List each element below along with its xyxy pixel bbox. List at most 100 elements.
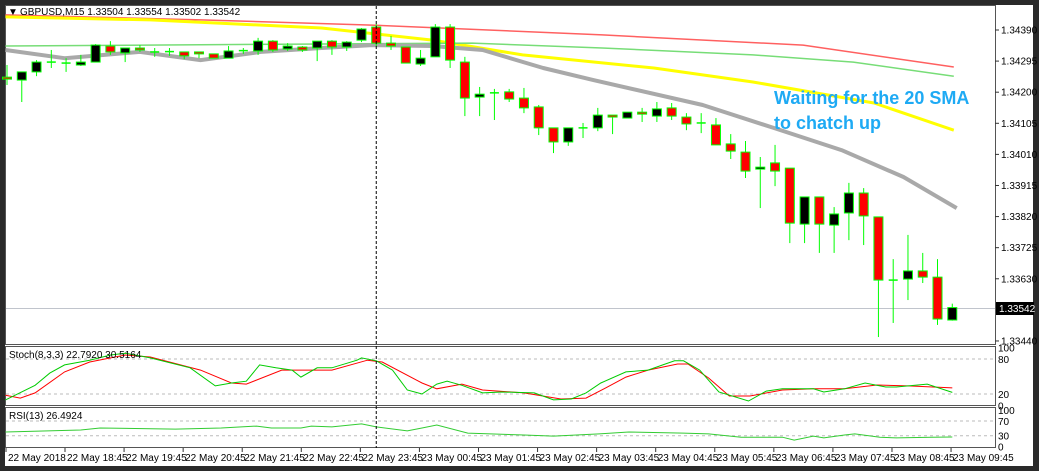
- candle-body-bear: [548, 127, 559, 143]
- time-label: 23 May 04:45: [658, 453, 719, 464]
- stoch-axis-label: 100: [998, 343, 1015, 354]
- candle-body-bull: [223, 50, 234, 59]
- candle-body-bull: [651, 108, 662, 117]
- candle-body-bear: [725, 143, 736, 152]
- candle-body-bear: [459, 61, 470, 99]
- price-label: 1.34295: [1001, 57, 1038, 68]
- candle-body-bull: [947, 307, 958, 321]
- candle-body-bear: [858, 192, 869, 217]
- time-label: 22 May 2018: [8, 453, 66, 464]
- candle-body-bull: [592, 114, 603, 129]
- candle-body-bear: [194, 51, 205, 55]
- symbol-menu-icon[interactable]: ▼: [8, 7, 18, 18]
- candle-body-bear: [518, 97, 529, 109]
- candle-body-bull: [282, 45, 293, 50]
- candle-body-bear: [208, 53, 219, 59]
- candle-body-bull: [843, 192, 854, 214]
- candle-body-bear: [681, 116, 692, 125]
- price-label: 1.34010: [1001, 150, 1038, 161]
- candle-body-bear: [386, 42, 397, 47]
- candle-body-bull: [16, 71, 27, 81]
- time-label: 22 May 22:45: [303, 453, 364, 464]
- candle-body-bear: [179, 51, 190, 57]
- candle-body-bull: [356, 28, 367, 41]
- candle-body-bear: [297, 46, 308, 51]
- candle-body-bull: [120, 47, 131, 54]
- price-label: 1.33630: [1001, 274, 1038, 285]
- time-label: 22 May 18:45: [67, 453, 128, 464]
- candle-body-bear: [105, 45, 116, 53]
- candle-body-bull: [31, 61, 42, 73]
- candle-body-bear: [784, 167, 795, 224]
- candle-body-bull: [755, 166, 766, 170]
- candle-body-bear: [533, 106, 544, 129]
- candle: [90, 44, 101, 63]
- stoch-label: Stoch(8,3,3) 22.7920 30.5164: [9, 350, 142, 361]
- candle-body-bull: [622, 111, 633, 119]
- price-label: 1.34105: [1001, 119, 1038, 130]
- chart-window[interactable]: ▼ GBPUSD,M15 1.33504 1.33554 1.33502 1.3…: [0, 0, 1039, 471]
- rsi-axis-label: 70: [998, 417, 1010, 428]
- time-label: 22 May 21:45: [244, 453, 305, 464]
- candle-body-bear: [607, 114, 618, 118]
- candle-body-bear: [2, 76, 12, 80]
- candle: [356, 28, 367, 43]
- candle-body-bear: [873, 216, 884, 281]
- candle-body-bull: [829, 213, 840, 226]
- price-label: 1.34390: [1001, 26, 1038, 37]
- rsi-axis-label: 100: [998, 406, 1015, 417]
- time-label: 22 May 19:45: [126, 453, 187, 464]
- candle: [400, 46, 411, 64]
- candle-body-bear: [814, 196, 825, 225]
- candle-body-bear: [637, 111, 648, 115]
- candle-body-bull: [799, 196, 810, 225]
- candle-body-bear: [326, 40, 337, 48]
- candle-body-bear: [371, 26, 382, 44]
- candle: [208, 53, 219, 59]
- candle-body-bull: [474, 93, 485, 98]
- candle-body-bear: [770, 162, 781, 172]
- candle-body-bull: [563, 127, 574, 143]
- time-label: 23 May 05:45: [717, 453, 778, 464]
- time-label: 23 May 09:45: [953, 453, 1014, 464]
- candle-body-bull: [75, 61, 86, 66]
- candle-body-bull: [902, 270, 913, 280]
- rsi-label: RSI(13) 26.4924: [9, 411, 83, 422]
- time-label: 23 May 08:45: [894, 453, 955, 464]
- stoch-axis-label: 80: [998, 355, 1010, 366]
- candle-body-bear: [740, 151, 751, 172]
- candle-body-bear: [400, 46, 411, 64]
- candle-body-bull: [253, 40, 264, 52]
- candle-body-bull: [341, 41, 352, 48]
- candle-body-bull: [415, 57, 426, 65]
- candle-body-bear: [134, 47, 145, 51]
- stoch-axis-label: 20: [998, 390, 1010, 401]
- candle: [267, 40, 278, 52]
- candle-body-bear: [710, 124, 721, 146]
- time-label: 23 May 07:45: [835, 453, 896, 464]
- time-label: 23 May 01:45: [480, 453, 541, 464]
- candle-body-bear: [666, 107, 677, 117]
- time-label: 23 May 02:45: [540, 453, 601, 464]
- price-label: 1.33820: [1001, 212, 1038, 223]
- candle: [430, 24, 441, 58]
- time-label: 22 May 23:45: [362, 453, 423, 464]
- current-price-badge: 1.33542: [996, 302, 1036, 315]
- time-label: 22 May 20:45: [185, 453, 246, 464]
- candle-body-bear: [267, 40, 278, 51]
- candle-body-bear: [917, 270, 928, 278]
- candle-body-bear: [504, 91, 515, 100]
- candle-body-bull: [430, 26, 441, 58]
- price-label: 1.34200: [1001, 88, 1038, 99]
- candle: [622, 111, 633, 119]
- symbol-info: GBPUSD,M15 1.33504 1.33554 1.33502 1.335…: [20, 7, 241, 18]
- price-label: 1.33915: [1001, 181, 1038, 192]
- time-label: 23 May 06:45: [776, 453, 837, 464]
- annotation-line-1: Waiting for the 20 SMA: [774, 88, 969, 108]
- annotation-line-2: to chatch up: [774, 113, 881, 133]
- candle-body-bear: [932, 276, 943, 320]
- rsi-axis-label: 30: [998, 432, 1010, 443]
- price-label: 1.33725: [1001, 243, 1038, 254]
- candle-body-bull: [90, 44, 101, 63]
- current-price-label: 1.33542: [999, 304, 1036, 315]
